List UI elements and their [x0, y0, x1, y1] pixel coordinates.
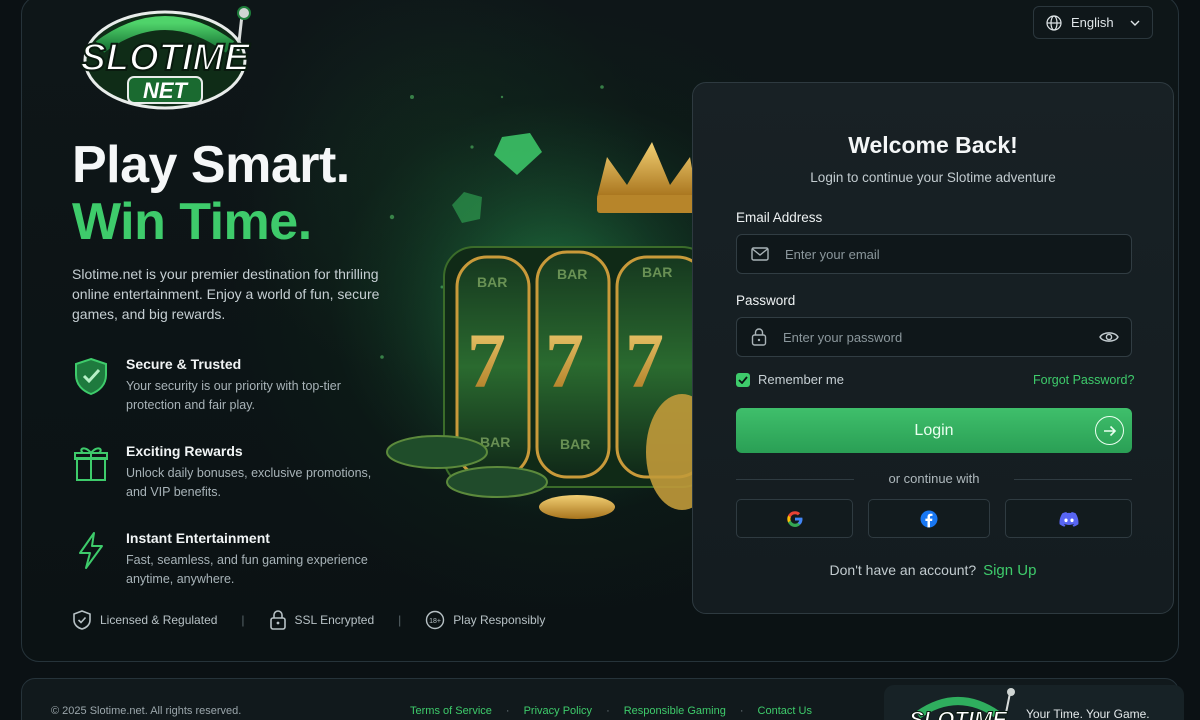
login-title: Welcome Back! — [848, 132, 1018, 158]
svg-text:7: 7 — [625, 317, 664, 404]
svg-text:BAR: BAR — [477, 274, 507, 290]
signup-prompt: Don't have an account? Sign Up — [693, 562, 1173, 579]
trust-badges: Licensed & Regulated | SSL Encrypted | 1… — [72, 609, 545, 631]
feature-desc: Unlock daily bonuses, exclusive promotio… — [126, 466, 372, 499]
feature-title: Instant Entertainment — [126, 530, 270, 546]
facebook-login-button[interactable] — [868, 499, 990, 538]
terms-link[interactable]: Terms of Service — [410, 705, 492, 717]
facebook-icon — [920, 510, 938, 527]
logo-text-slotime: SLOTIME — [81, 37, 252, 79]
link-separator: · — [606, 705, 610, 717]
login-button-label: Login — [914, 421, 954, 439]
footer-tagline: Your Time. Your Game. — [1026, 707, 1150, 720]
hero-headline: Play Smart. Win Time. — [72, 137, 350, 251]
login-button[interactable]: Login — [736, 408, 1132, 453]
arrow-right-icon — [1095, 416, 1124, 445]
feature-desc: Your security is our priority with top-t… — [126, 379, 341, 412]
email-label: Email Address — [736, 210, 823, 225]
divider-line — [1014, 479, 1132, 480]
svg-text:BAR: BAR — [642, 264, 672, 280]
signup-link[interactable]: Sign Up — [983, 562, 1036, 579]
badge-divider: | — [398, 613, 402, 627]
email-field[interactable] — [736, 234, 1132, 274]
age-18-icon-text: 18+ — [429, 618, 441, 625]
google-icon — [786, 510, 802, 527]
google-login-button[interactable] — [736, 499, 853, 538]
logo-text-net: NET — [143, 78, 189, 103]
badge-licensed: Licensed & Regulated — [72, 609, 217, 631]
responsible-gaming-link[interactable]: Responsible Gaming — [624, 705, 726, 717]
remember-label: Remember me — [758, 372, 844, 387]
language-label: English — [1071, 15, 1114, 30]
copyright-text: © 2025 Slotime.net. All rights reserved. — [51, 705, 242, 717]
remember-checkbox[interactable] — [736, 372, 750, 387]
headline-line1: Play Smart. — [72, 136, 350, 194]
language-select[interactable]: English — [1033, 6, 1153, 39]
slotime-logo: SLOTIME NET — [80, 6, 252, 110]
badge-label: SSL Encrypted — [294, 613, 375, 627]
no-account-text: Don't have an account? — [829, 562, 977, 578]
link-separator: · — [739, 705, 744, 717]
age-18-icon: 18+ — [426, 610, 445, 630]
svg-text:7: 7 — [467, 317, 506, 404]
headline-line2: Win Time. — [72, 193, 312, 251]
footer-brand: SLOTIME Your Time. Your Game. — [884, 685, 1184, 720]
shield-icon — [73, 610, 91, 630]
feature-secure: Secure & Trusted Your security is our pr… — [72, 356, 372, 440]
check-icon — [738, 375, 748, 384]
main-panel: 7 7 7 BAR BAR BAR BAR BAR SLOTIME NET Pl… — [21, 0, 1179, 662]
hero-intro: Slotime.net is your premier destination … — [72, 266, 380, 322]
badge-ssl: SSL Encrypted — [269, 610, 375, 630]
badge-label: Licensed & Regulated — [100, 613, 218, 627]
lock-icon — [269, 610, 286, 630]
footer-logo: SLOTIME — [909, 688, 1015, 720]
feature-rewards: Exciting Rewards Unlock daily bonuses, e… — [72, 443, 372, 527]
password-label: Password — [736, 293, 796, 308]
lightning-icon — [79, 532, 103, 569]
link-separator: · — [505, 705, 510, 717]
privacy-link[interactable]: Privacy Policy — [524, 705, 592, 717]
mail-icon — [751, 247, 769, 261]
contact-link[interactable]: Contact Us — [758, 705, 812, 717]
globe-icon — [1046, 14, 1062, 31]
password-input[interactable] — [783, 329, 1099, 345]
eye-icon[interactable] — [1099, 330, 1119, 344]
footer-links: Terms of Service · Privacy Policy · Resp… — [410, 705, 812, 717]
lock-icon — [751, 328, 767, 346]
badge-responsible: 18+ Play Responsibly — [425, 610, 545, 630]
login-subtitle: Login to continue your Slotime adventure — [810, 170, 1056, 185]
svg-text:7: 7 — [545, 317, 584, 404]
badge-label: Play Responsibly — [453, 613, 546, 627]
footer-logo-text: SLOTIME — [909, 707, 1008, 720]
discord-login-button[interactable] — [1005, 499, 1132, 538]
login-card: Welcome Back! Login to continue your Slo… — [692, 82, 1174, 614]
discord-icon — [1058, 511, 1078, 527]
email-input[interactable] — [785, 246, 1119, 262]
svg-text:BAR: BAR — [560, 436, 590, 452]
page-footer: © 2025 Slotime.net. All rights reserved.… — [21, 678, 1184, 720]
chevron-down-icon — [1130, 20, 1140, 26]
feature-title: Exciting Rewards — [126, 443, 243, 459]
gift-icon — [74, 447, 108, 481]
feature-desc: Fast, seamless, and fun gaming experienc… — [126, 553, 368, 586]
feature-instant: Instant Entertainment Fast, seamless, an… — [72, 530, 372, 614]
feature-list: Secure & Trusted Your security is our pr… — [72, 353, 372, 614]
social-divider: or continue with — [736, 471, 1132, 487]
password-field[interactable] — [736, 317, 1132, 357]
feature-title: Secure & Trusted — [126, 356, 242, 372]
badge-divider: | — [241, 613, 245, 627]
slot-machine-illustration: 7 7 7 BAR BAR BAR BAR BAR — [352, 85, 712, 547]
forgot-password-link[interactable]: Forgot Password? — [1033, 373, 1134, 387]
remember-me[interactable]: Remember me — [736, 372, 844, 387]
svg-text:BAR: BAR — [557, 266, 587, 282]
shield-check-icon — [75, 357, 107, 396]
